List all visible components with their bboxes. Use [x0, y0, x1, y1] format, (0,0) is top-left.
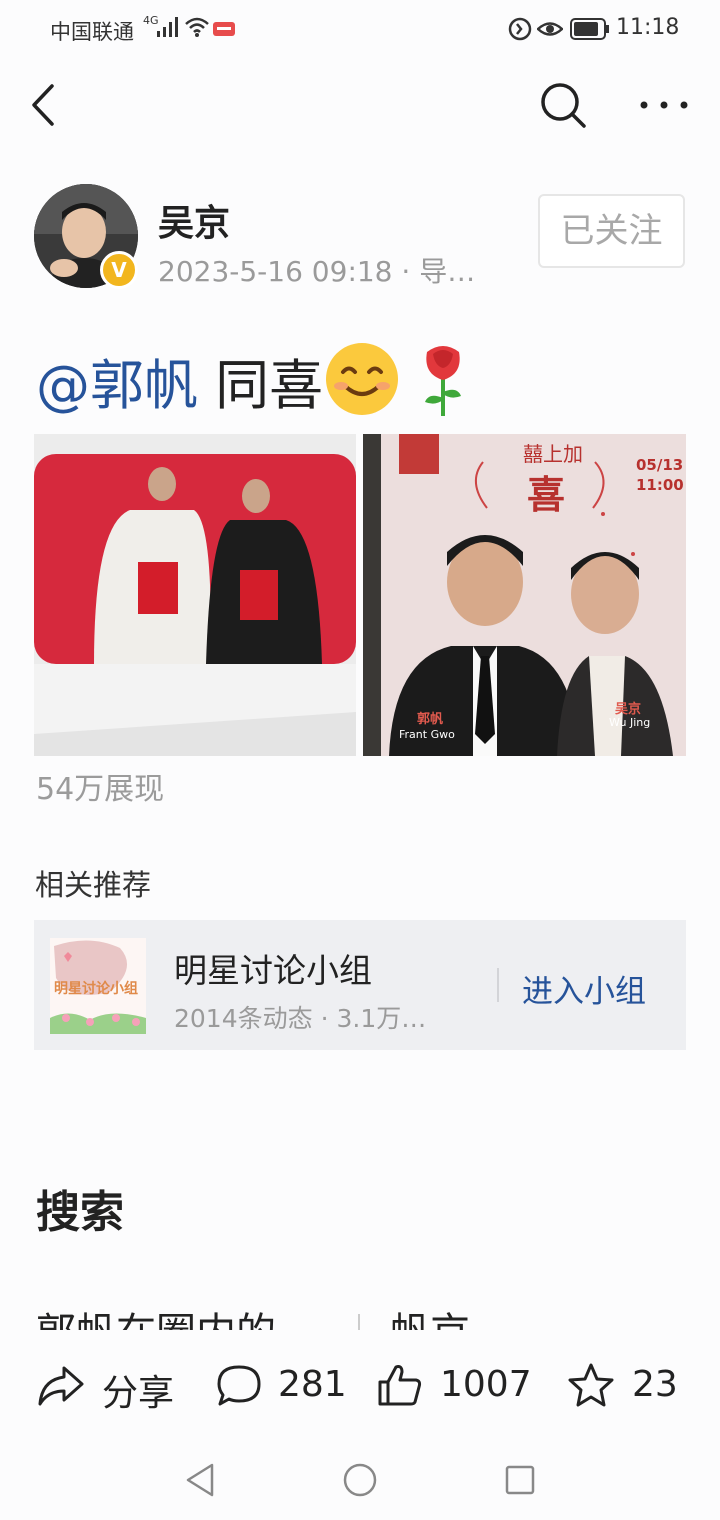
- post-image-1[interactable]: [34, 434, 356, 756]
- back-arrow-icon[interactable]: [28, 80, 68, 130]
- follow-button[interactable]: 已关注: [538, 194, 685, 268]
- favorite-star-icon[interactable]: [566, 1362, 616, 1408]
- status-bar: 中国联通 4G 11:18: [0, 0, 720, 58]
- search-divider: [358, 1314, 360, 1330]
- like-count[interactable]: 1007: [440, 1364, 532, 1405]
- app-notification-icon: [213, 22, 235, 36]
- poster-title: 囍上加: [523, 442, 583, 466]
- nav-home-icon[interactable]: [342, 1462, 378, 1498]
- join-group-button[interactable]: 进入小组: [522, 966, 646, 1011]
- group-name[interactable]: 明星讨论小组: [174, 944, 372, 992]
- group-thumbnail-text: 明星讨论小组: [54, 981, 138, 997]
- eye-comfort-icon: [537, 22, 563, 36]
- view-count: 54万展现: [36, 772, 165, 807]
- data-saver-icon: [508, 17, 532, 41]
- author-name[interactable]: 吴京: [158, 194, 230, 246]
- rose-emoji: [425, 346, 462, 416]
- share-icon[interactable]: [36, 1362, 86, 1408]
- comment-count[interactable]: 281: [278, 1364, 347, 1405]
- nav-back-icon[interactable]: [184, 1462, 216, 1498]
- poster-name-right-en: Wu Jing: [609, 716, 651, 729]
- photo-two-men-award: [34, 434, 356, 756]
- comment-icon[interactable]: [214, 1362, 264, 1408]
- smiling-face-emoji: [326, 343, 399, 415]
- search-icon[interactable]: [538, 80, 588, 130]
- nav-recents-icon[interactable]: [504, 1464, 536, 1496]
- group-stats: 2014条动态 · 3.1万人…: [174, 1004, 449, 1033]
- clock: 11:18: [616, 15, 680, 40]
- poster-date: 05/13: [636, 456, 684, 474]
- verified-badge-icon: V: [100, 251, 138, 289]
- related-section-title: 相关推荐: [35, 868, 152, 902]
- post-text: @郭帆 同喜: [36, 340, 469, 420]
- group-thumbnail: 明星讨论小组: [50, 938, 146, 1034]
- post-image-2[interactable]: 囍上加 喜 05/13 11:00 郭帆 Frant Gwo 吴京 Wu Jin…: [363, 434, 686, 756]
- signal-icon: [157, 17, 178, 37]
- mention-link[interactable]: @郭帆: [36, 354, 198, 417]
- post-body: 同喜: [198, 354, 324, 417]
- like-icon[interactable]: [374, 1362, 424, 1408]
- poster-name-left-en: Frant Gwo: [399, 728, 455, 741]
- group-divider: [497, 968, 499, 1002]
- search-section-title: 搜索: [36, 1187, 124, 1238]
- carrier-label: 中国联通: [50, 20, 134, 44]
- poster-name-left-cn: 郭帆: [417, 712, 444, 727]
- poster-name-right-cn: 吴京: [615, 702, 642, 717]
- favorite-count[interactable]: 23: [632, 1364, 678, 1405]
- poster-title-big: 喜: [527, 472, 566, 517]
- battery-icon: [570, 18, 609, 40]
- post-meta: 2023-5-16 09:18 · 导…: [158, 255, 476, 288]
- search-suggestion-2[interactable]: 帆京: [390, 1300, 470, 1330]
- wifi-icon: [185, 17, 209, 37]
- search-suggestion-1[interactable]: 郭帆在圈内的: [36, 1300, 276, 1330]
- poster-time: 11:00: [636, 476, 684, 494]
- search-suggestions: 郭帆在圈内的 帆京: [36, 1300, 686, 1330]
- more-options-icon[interactable]: [636, 90, 692, 120]
- share-button[interactable]: 分享: [102, 1364, 174, 1416]
